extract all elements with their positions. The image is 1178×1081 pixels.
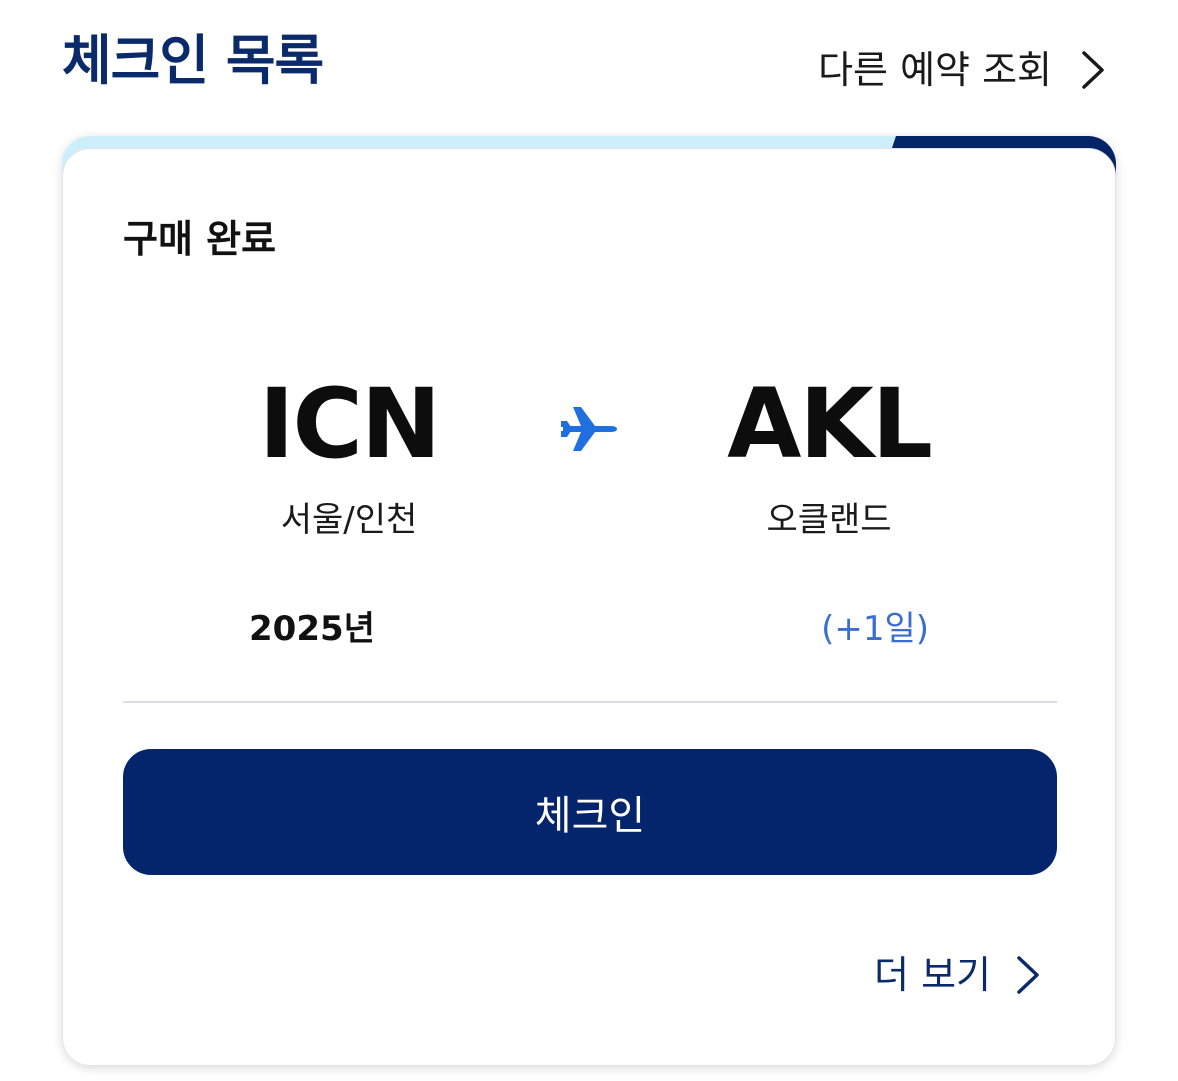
- arrival-day-offset: (+1일): [821, 609, 929, 649]
- origin-airport: ICN 서울/인천: [189, 369, 509, 545]
- chevron-right-icon: [1082, 51, 1104, 89]
- origin-city: 서울/인천: [280, 500, 418, 540]
- booking-card: 구매 완료 ICN 서울/인천 AKL 오클랜드 2025년 (+1일) 체크인…: [62, 136, 1116, 1066]
- more-link[interactable]: 더 보기: [874, 945, 1043, 1005]
- airplane-icon: [561, 407, 617, 451]
- status-badge: 구매 완료: [123, 217, 277, 261]
- route-section: ICN 서울/인천 AKL 오클랜드: [63, 369, 1115, 569]
- departure-date: 2025년: [249, 609, 375, 649]
- booking-card-body: 구매 완료 ICN 서울/인천 AKL 오클랜드 2025년 (+1일) 체크인…: [62, 148, 1116, 1066]
- more-label: 더 보기: [874, 953, 991, 997]
- divider: [123, 701, 1057, 703]
- other-booking-link[interactable]: 다른 예약 조회: [818, 40, 1108, 100]
- other-booking-label: 다른 예약 조회: [818, 48, 1052, 92]
- chevron-right-icon: [1017, 956, 1039, 994]
- checkin-button[interactable]: 체크인: [123, 749, 1057, 875]
- origin-code: ICN: [258, 368, 442, 480]
- destination-airport: AKL 오클랜드: [669, 369, 989, 545]
- destination-code: AKL: [727, 368, 933, 480]
- checkin-list-page: 체크인 목록 다른 예약 조회 구매 완료 ICN 서울/인천 AKL 오클랜드…: [0, 0, 1178, 1081]
- flight-dates: 2025년 (+1일): [63, 601, 1115, 657]
- destination-city: 오클랜드: [766, 500, 892, 540]
- page-title: 체크인 목록: [62, 29, 324, 92]
